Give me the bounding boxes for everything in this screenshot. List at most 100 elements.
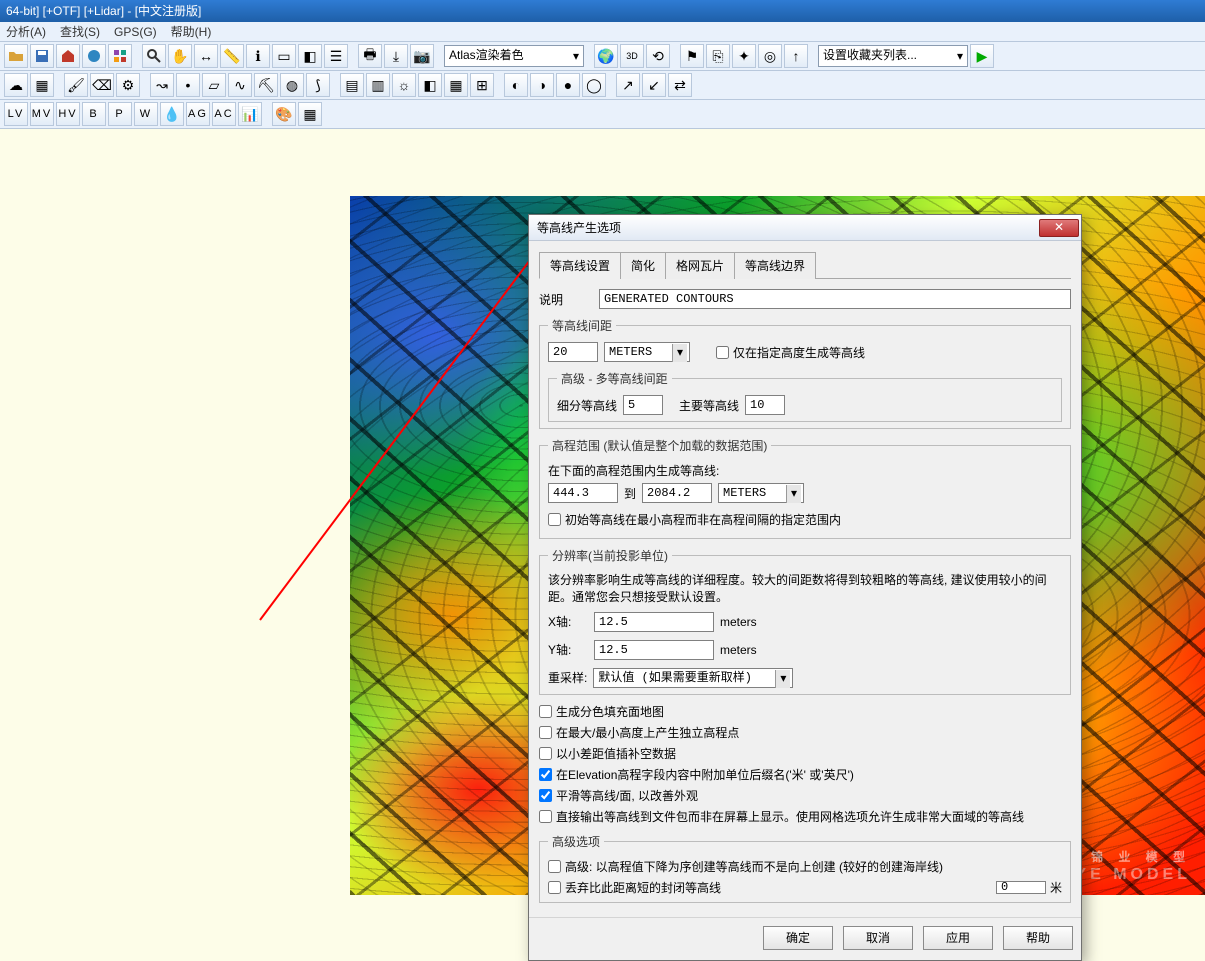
- save-icon[interactable]: [30, 44, 54, 68]
- play-icon[interactable]: ▶: [970, 44, 994, 68]
- brush-icon[interactable]: 🖌: [64, 73, 88, 97]
- elev-from-input[interactable]: [548, 483, 618, 503]
- dig-icon[interactable]: ⛏: [254, 73, 278, 97]
- curve-icon[interactable]: ⟆: [306, 73, 330, 97]
- t5-icon[interactable]: ▦: [444, 73, 468, 97]
- fill-icon[interactable]: ◍: [280, 73, 304, 97]
- t13-icon[interactable]: ⇄: [668, 73, 692, 97]
- smooth-check[interactable]: [539, 789, 552, 802]
- help-button[interactable]: 帮助: [1003, 926, 1073, 950]
- point-icon[interactable]: •: [176, 73, 200, 97]
- interp-check[interactable]: [539, 747, 552, 760]
- menu-search[interactable]: 查找(S): [60, 22, 100, 41]
- ok-button[interactable]: 确定: [763, 926, 833, 950]
- p-icon[interactable]: P: [108, 102, 132, 126]
- select-icon[interactable]: ▭: [272, 44, 296, 68]
- resample-select[interactable]: 默认值 (如果需要重新取样): [593, 668, 793, 688]
- tab-settings[interactable]: 等高线设置: [539, 252, 621, 279]
- zoom-icon[interactable]: [142, 44, 166, 68]
- t8-icon[interactable]: ◑: [530, 73, 554, 97]
- palette-icon[interactable]: 🎨: [272, 102, 296, 126]
- sync-icon[interactable]: ⟲: [646, 44, 670, 68]
- star-icon[interactable]: ✦: [732, 44, 756, 68]
- ac-icon[interactable]: AC: [212, 102, 236, 126]
- t2-icon[interactable]: ▥: [366, 73, 390, 97]
- hand-icon[interactable]: ✋: [168, 44, 192, 68]
- favorites-select[interactable]: 设置收藏夹列表...: [818, 45, 968, 67]
- unit-check[interactable]: [539, 768, 552, 781]
- t7-icon[interactable]: ◐: [504, 73, 528, 97]
- cloud-icon[interactable]: ☁: [4, 73, 28, 97]
- t11-icon[interactable]: ↗: [616, 73, 640, 97]
- y-input[interactable]: [594, 640, 714, 660]
- flag-icon[interactable]: ⚑: [680, 44, 704, 68]
- camera-icon[interactable]: 📷: [410, 44, 434, 68]
- t1-icon[interactable]: ▤: [340, 73, 364, 97]
- export-icon[interactable]: ⤓: [384, 44, 408, 68]
- desc-input[interactable]: [599, 289, 1071, 309]
- only-heights-check[interactable]: [716, 346, 729, 359]
- fillcolor-label: 生成分色填充面地图: [556, 703, 664, 720]
- gear-icon[interactable]: ⚙: [116, 73, 140, 97]
- layers-icon[interactable]: ☰: [324, 44, 348, 68]
- t3-icon[interactable]: ☼: [392, 73, 416, 97]
- eraser-icon[interactable]: ⌫: [90, 73, 114, 97]
- apply-button[interactable]: 应用: [923, 926, 993, 950]
- colors-icon[interactable]: ▦: [298, 102, 322, 126]
- chart-icon[interactable]: 📊: [238, 102, 262, 126]
- spot-check[interactable]: [539, 726, 552, 739]
- close-button[interactable]: ✕: [1039, 219, 1079, 237]
- menu-gps[interactable]: GPS(G): [114, 22, 157, 41]
- hv-icon[interactable]: HV: [56, 102, 80, 126]
- t6-icon[interactable]: ⊞: [470, 73, 494, 97]
- info-icon[interactable]: ℹ: [246, 44, 270, 68]
- view3d-icon[interactable]: 3D: [620, 44, 644, 68]
- lv-icon[interactable]: LV: [4, 102, 28, 126]
- ag-icon[interactable]: AG: [186, 102, 210, 126]
- overlay-icon[interactable]: ◧: [298, 44, 322, 68]
- home-icon[interactable]: [56, 44, 80, 68]
- x-input[interactable]: [594, 612, 714, 632]
- tab-simplify[interactable]: 简化: [620, 252, 666, 279]
- area-icon[interactable]: ▱: [202, 73, 226, 97]
- t12-icon[interactable]: ↙: [642, 73, 666, 97]
- globe-icon[interactable]: [82, 44, 106, 68]
- cancel-button[interactable]: 取消: [843, 926, 913, 950]
- tab-bounds[interactable]: 等高线边界: [734, 252, 816, 279]
- t9-icon[interactable]: ●: [556, 73, 580, 97]
- mv-icon[interactable]: MV: [30, 102, 54, 126]
- globe3d-icon[interactable]: 🌍: [594, 44, 618, 68]
- elev-to-input[interactable]: [642, 483, 712, 503]
- pan-icon[interactable]: ↔: [194, 44, 218, 68]
- menu-analysis[interactable]: 分析(A): [6, 22, 46, 41]
- grid-icon[interactable]: [108, 44, 132, 68]
- open-icon[interactable]: [4, 44, 28, 68]
- interval-input[interactable]: [548, 342, 598, 362]
- b-icon[interactable]: B: [82, 102, 106, 126]
- t10-icon[interactable]: ◯: [582, 73, 606, 97]
- arrow-icon[interactable]: ↑: [784, 44, 808, 68]
- spline-icon[interactable]: ∿: [228, 73, 252, 97]
- elev-unit-select[interactable]: METERS: [718, 483, 804, 503]
- elev-startmin-check[interactable]: [548, 513, 561, 526]
- measure-icon[interactable]: 📏: [220, 44, 244, 68]
- direct-check[interactable]: [539, 810, 552, 823]
- minor-input[interactable]: [623, 395, 663, 415]
- print-icon[interactable]: 🖶: [358, 44, 382, 68]
- w-icon[interactable]: W: [134, 102, 158, 126]
- major-input[interactable]: [745, 395, 785, 415]
- render-mode-select[interactable]: Atlas渲染着色: [444, 45, 584, 67]
- drop-icon[interactable]: 💧: [160, 102, 184, 126]
- interval-unit-select[interactable]: METERS: [604, 342, 690, 362]
- copy-icon[interactable]: ⎘: [706, 44, 730, 68]
- pattern-icon[interactable]: ▦: [30, 73, 54, 97]
- menu-help[interactable]: 帮助(H): [171, 22, 212, 41]
- tab-tiles[interactable]: 格网瓦片: [665, 252, 735, 279]
- path-icon[interactable]: ↝: [150, 73, 174, 97]
- discard-input[interactable]: [996, 881, 1046, 894]
- target-icon[interactable]: ◎: [758, 44, 782, 68]
- t4-icon[interactable]: ◧: [418, 73, 442, 97]
- adv-desc-check[interactable]: [548, 860, 561, 873]
- discard-check[interactable]: [548, 881, 561, 894]
- fillcolor-check[interactable]: [539, 705, 552, 718]
